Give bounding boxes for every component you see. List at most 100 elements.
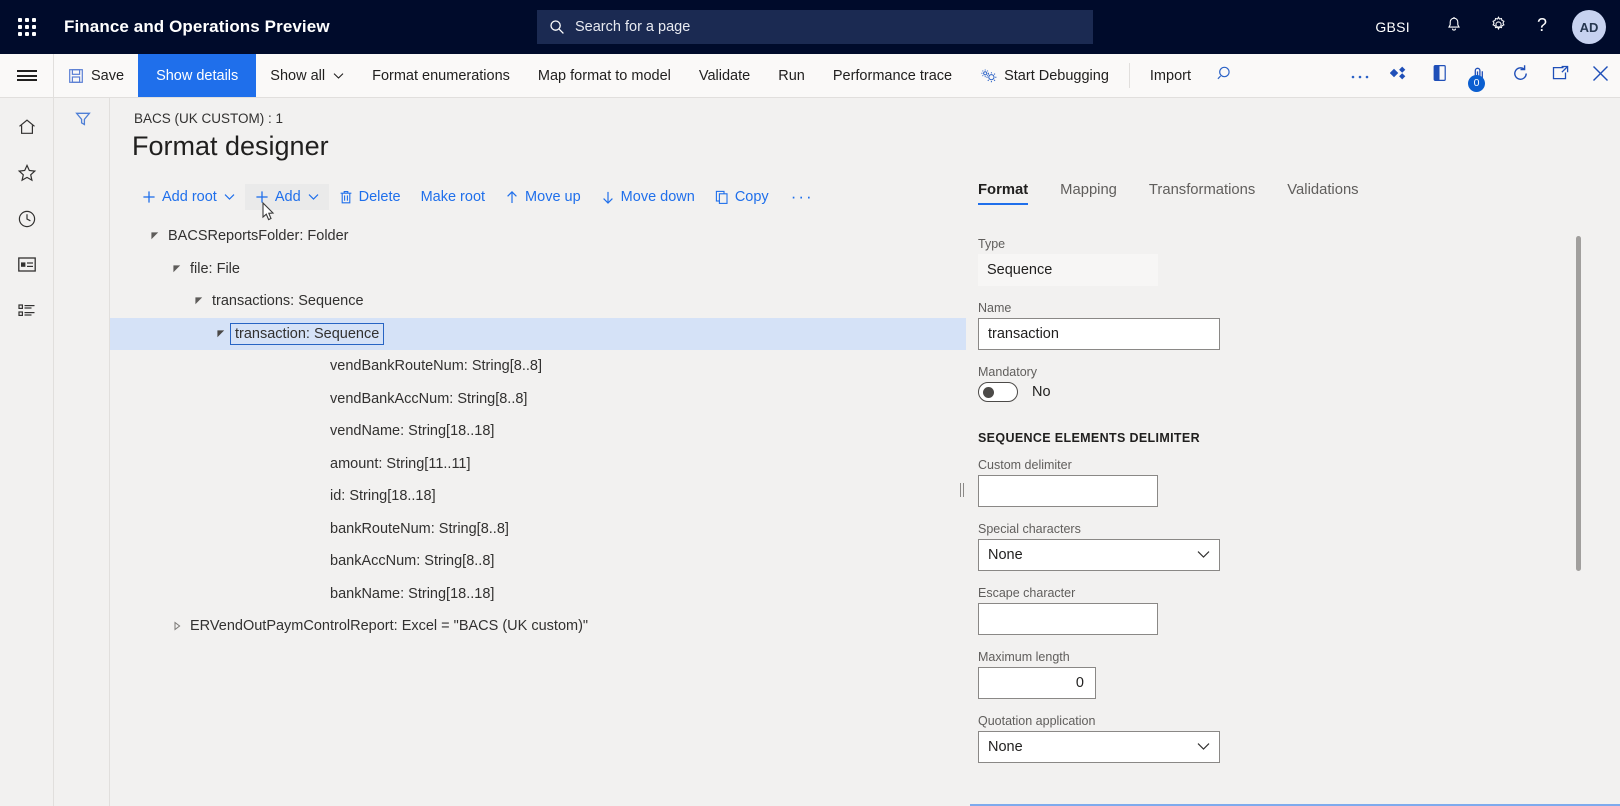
tree-node-vendname[interactable]: vendName: String[18..18]	[110, 415, 966, 448]
action-pane: Save Show details Show all Format enumer…	[0, 54, 1620, 98]
twisty-expanded-icon[interactable]	[168, 264, 186, 274]
maximum-length-label: Maximum length	[978, 650, 1096, 664]
tree-node-transactions[interactable]: transactions: Sequence	[110, 285, 966, 318]
performance-trace-label: Performance trace	[833, 68, 952, 84]
tree-node-bacsreportsfolder[interactable]: BACSReportsFolder: Folder	[110, 220, 966, 253]
close-button[interactable]	[1580, 54, 1620, 97]
move-down-button[interactable]: Move down	[591, 184, 705, 210]
tab-transformations[interactable]: Transformations	[1149, 182, 1255, 205]
settings-button[interactable]	[1476, 0, 1520, 54]
arrow-up-icon	[505, 190, 519, 205]
open-in-new-window-button[interactable]	[1540, 54, 1580, 97]
chevron-down-icon	[224, 193, 235, 201]
delete-button[interactable]: Delete	[329, 184, 411, 210]
svg-text:?: ?	[1537, 15, 1547, 35]
twisty-expanded-icon[interactable]	[190, 296, 208, 306]
maximum-length-input[interactable]: 0	[978, 667, 1096, 699]
escape-character-input[interactable]	[978, 603, 1158, 635]
gears-icon	[980, 68, 997, 84]
tree-node-id[interactable]: id: String[18..18]	[110, 480, 966, 513]
tree-node-amount[interactable]: amount: String[11..11]	[110, 448, 966, 481]
tab-mapping[interactable]: Mapping	[1060, 182, 1117, 205]
tree-node-file[interactable]: file: File	[110, 253, 966, 286]
performance-trace-button[interactable]: Performance trace	[819, 54, 966, 97]
tree-node-vendbankaccnum[interactable]: vendBankAccNum: String[8..8]	[110, 383, 966, 416]
move-up-button[interactable]: Move up	[495, 184, 591, 210]
arrow-down-icon	[601, 190, 615, 205]
rail-item-favorites[interactable]	[0, 152, 54, 198]
save-button[interactable]: Save	[54, 54, 138, 97]
custom-delimiter-label: Custom delimiter	[978, 458, 1158, 472]
navigation-menu-button[interactable]	[0, 54, 54, 97]
properties-scrollbar[interactable]	[1576, 236, 1581, 571]
bell-icon	[1445, 16, 1463, 39]
tree-more-options-button[interactable]: ···	[779, 182, 826, 212]
show-all-button[interactable]: Show all	[256, 54, 358, 97]
format-enumerations-button[interactable]: Format enumerations	[358, 54, 524, 97]
start-debugging-label: Start Debugging	[1004, 68, 1109, 84]
show-details-button[interactable]: Show details	[138, 54, 256, 97]
global-search-box[interactable]: Search for a page	[537, 10, 1093, 44]
copy-button[interactable]: Copy	[705, 184, 779, 210]
rail-item-recent[interactable]	[0, 198, 54, 244]
name-label: Name	[978, 301, 1220, 315]
tab-validations[interactable]: Validations	[1287, 182, 1358, 205]
import-label: Import	[1150, 68, 1191, 84]
user-avatar[interactable]: AD	[1572, 10, 1606, 44]
run-button[interactable]: Run	[764, 54, 819, 97]
filter-button[interactable]	[55, 98, 110, 144]
start-debugging-button[interactable]: Start Debugging	[966, 54, 1123, 97]
sequence-elements-delimiter-heading: SEQUENCE ELEMENTS DELIMITER	[978, 429, 1378, 447]
mandatory-toggle[interactable]	[978, 382, 1018, 402]
command-search-button[interactable]	[1205, 54, 1245, 97]
twisty-collapsed-icon[interactable]	[168, 621, 186, 631]
quotation-application-label: Quotation application	[978, 714, 1220, 728]
global-search-placeholder: Search for a page	[575, 19, 690, 35]
add-button[interactable]: Add	[245, 184, 329, 210]
import-button[interactable]: Import	[1136, 54, 1205, 97]
plus-icon	[142, 190, 156, 204]
pop-out-icon	[1551, 65, 1570, 87]
chevron-down-icon	[308, 193, 319, 201]
more-options-button[interactable]	[1340, 54, 1380, 97]
open-in-office-button[interactable]	[1420, 54, 1460, 97]
personalize-button[interactable]	[1380, 54, 1420, 97]
help-button[interactable]: ?	[1520, 0, 1564, 54]
action-pane-right-cluster: 0	[1340, 54, 1620, 97]
refresh-button[interactable]	[1500, 54, 1540, 97]
validate-button[interactable]: Validate	[685, 54, 764, 97]
tree-node-transaction[interactable]: transaction: Sequence	[110, 318, 966, 351]
hamburger-icon	[17, 68, 37, 84]
tree-node-bankroutenum[interactable]: bankRouteNum: String[8..8]	[110, 513, 966, 546]
make-root-label: Make root	[421, 189, 485, 205]
name-field: Name transaction	[978, 301, 1220, 350]
rail-item-home[interactable]	[0, 106, 54, 152]
tab-format[interactable]: Format	[978, 182, 1028, 205]
rail-item-workspaces[interactable]	[0, 244, 54, 290]
name-input[interactable]: transaction	[978, 318, 1220, 350]
move-down-label: Move down	[621, 189, 695, 205]
rail-item-modules[interactable]	[0, 290, 54, 336]
tree-node-ervendoutpaymcontrolreport[interactable]: ERVendOutPaymControlReport: Excel = "BAC…	[110, 610, 966, 643]
app-launcher-button[interactable]	[0, 0, 54, 54]
twisty-expanded-icon[interactable]	[146, 231, 164, 241]
special-characters-select[interactable]: None	[978, 539, 1220, 571]
mandatory-label: Mandatory	[978, 365, 1220, 379]
make-root-button[interactable]: Make root	[411, 184, 495, 210]
company-selector[interactable]: GBSI	[1375, 19, 1410, 35]
tree-node-bankname[interactable]: bankName: String[18..18]	[110, 578, 966, 611]
tree-node-bankaccnum[interactable]: bankAccNum: String[8..8]	[110, 545, 966, 578]
tree-node-vendbankroutenum[interactable]: vendBankRouteNum: String[8..8]	[110, 350, 966, 383]
panel-splitter[interactable]	[956, 98, 968, 806]
map-format-to-model-button[interactable]: Map format to model	[524, 54, 685, 97]
search-icon	[1217, 65, 1234, 87]
type-label: Type	[978, 237, 1158, 251]
quotation-application-select[interactable]: None	[978, 731, 1220, 763]
attachments-button[interactable]: 0	[1460, 54, 1500, 97]
main-content: BACS (UK CUSTOM) : 1 Format designer Add…	[110, 98, 1620, 806]
tree-node-label: bankRouteNum: String[8..8]	[326, 519, 513, 539]
custom-delimiter-input[interactable]	[978, 475, 1158, 507]
notifications-button[interactable]	[1432, 0, 1476, 54]
twisty-expanded-icon[interactable]	[212, 329, 230, 339]
add-root-button[interactable]: Add root	[132, 184, 245, 210]
